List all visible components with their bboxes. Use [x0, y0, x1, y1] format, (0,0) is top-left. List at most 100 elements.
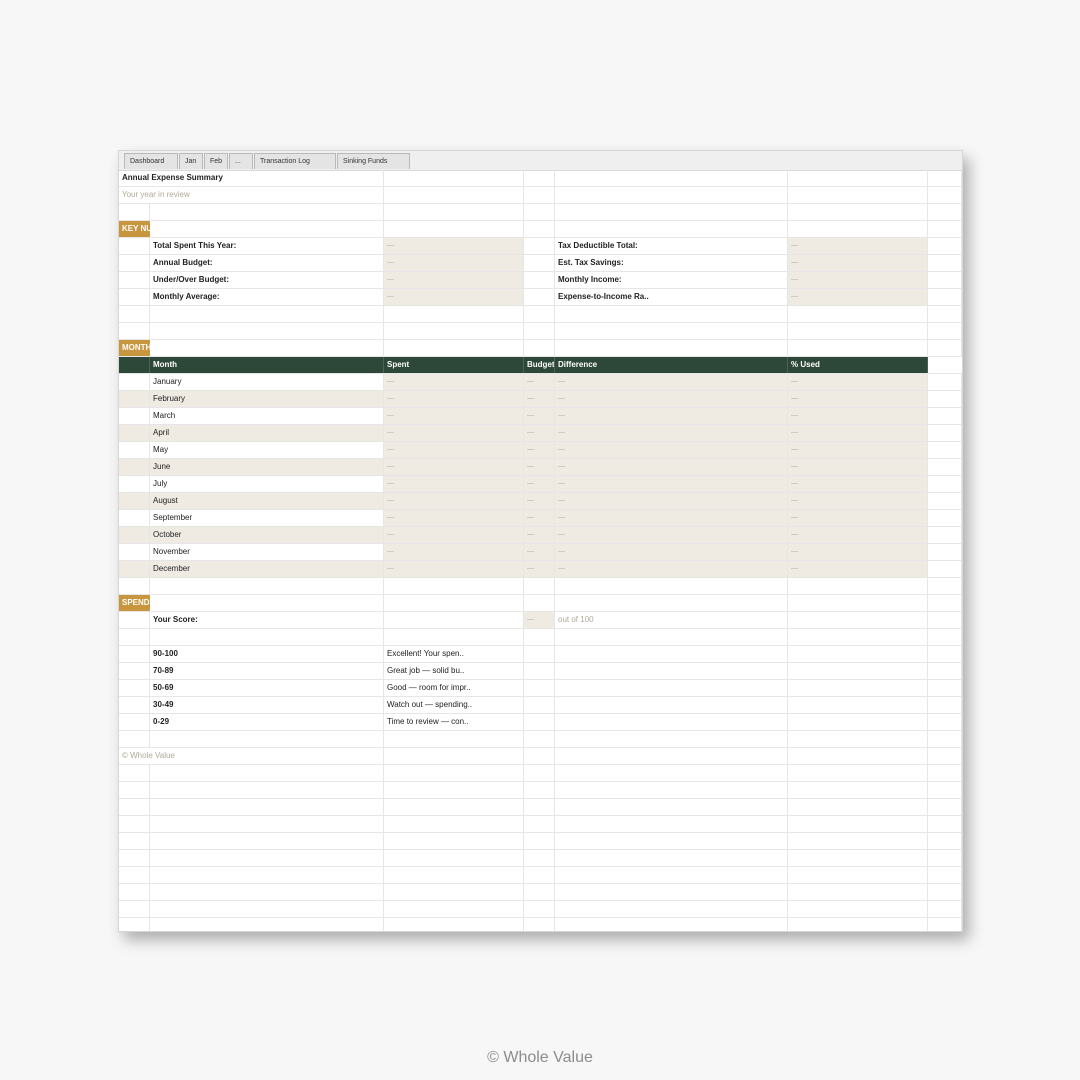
empty-cell[interactable]	[928, 680, 962, 696]
tab-jan[interactable]: Jan	[179, 153, 203, 169]
empty-cell[interactable]	[384, 340, 524, 356]
empty-cell[interactable]	[928, 663, 962, 679]
score-range[interactable]: 90-100	[150, 646, 384, 662]
empty-cell[interactable]	[384, 901, 524, 917]
score-out-of[interactable]: out of 100	[555, 612, 788, 628]
month-percent-used[interactable]: —	[788, 493, 928, 509]
empty-cell[interactable]	[524, 221, 555, 237]
empty-cell[interactable]	[524, 867, 555, 883]
month-percent-used[interactable]: —	[788, 391, 928, 407]
month-spent[interactable]: —	[384, 476, 524, 492]
empty-cell[interactable]	[555, 816, 788, 832]
empty-cell[interactable]	[555, 697, 788, 713]
empty-cell[interactable]	[555, 680, 788, 696]
empty-cell[interactable]	[119, 833, 150, 849]
tab-feb[interactable]: Feb	[204, 153, 228, 169]
empty-cell[interactable]	[150, 323, 384, 339]
score-range-text[interactable]: Good — room for impr..	[384, 680, 524, 696]
empty-cell[interactable]	[788, 340, 928, 356]
key-number-value[interactable]: —	[788, 255, 928, 271]
month-percent-used[interactable]: —	[788, 527, 928, 543]
month-name[interactable]: November	[150, 544, 384, 560]
empty-cell[interactable]	[119, 884, 150, 900]
empty-cell[interactable]	[384, 850, 524, 866]
empty-cell[interactable]	[119, 731, 150, 747]
empty-cell[interactable]	[119, 527, 150, 543]
empty-cell[interactable]	[119, 799, 150, 815]
header-cell[interactable]	[119, 357, 150, 373]
empty-cell[interactable]	[788, 578, 928, 594]
month-percent-used[interactable]: —	[788, 425, 928, 441]
empty-cell[interactable]	[150, 731, 384, 747]
key-number-label[interactable]: Total Spent This Year:	[150, 238, 384, 254]
empty-cell[interactable]	[384, 782, 524, 798]
empty-cell[interactable]	[928, 340, 962, 356]
empty-cell[interactable]	[150, 918, 384, 931]
empty-cell[interactable]	[524, 629, 555, 645]
score-range[interactable]: 50-69	[150, 680, 384, 696]
empty-cell[interactable]	[555, 578, 788, 594]
empty-cell[interactable]	[928, 646, 962, 662]
empty-cell[interactable]	[119, 816, 150, 832]
month-percent-used[interactable]: —	[788, 442, 928, 458]
empty-cell[interactable]	[150, 340, 384, 356]
empty-cell[interactable]	[524, 255, 555, 271]
empty-cell[interactable]	[150, 850, 384, 866]
empty-cell[interactable]	[119, 442, 150, 458]
month-percent-used[interactable]: —	[788, 476, 928, 492]
empty-cell[interactable]	[150, 782, 384, 798]
empty-cell[interactable]	[119, 663, 150, 679]
empty-cell[interactable]	[788, 170, 928, 186]
month-percent-used[interactable]: —	[788, 510, 928, 526]
empty-cell[interactable]	[524, 833, 555, 849]
empty-cell[interactable]	[119, 323, 150, 339]
month-budget[interactable]: —	[524, 442, 555, 458]
empty-cell[interactable]	[524, 850, 555, 866]
empty-cell[interactable]	[555, 221, 788, 237]
empty-cell[interactable]	[928, 697, 962, 713]
empty-cell[interactable]	[150, 221, 384, 237]
month-spent[interactable]: —	[384, 527, 524, 543]
empty-cell[interactable]	[524, 816, 555, 832]
empty-cell[interactable]	[928, 170, 962, 186]
empty-cell[interactable]	[788, 323, 928, 339]
empty-cell[interactable]	[788, 714, 928, 730]
key-number-value[interactable]: —	[384, 272, 524, 288]
empty-cell[interactable]	[150, 799, 384, 815]
empty-cell[interactable]	[555, 595, 788, 611]
month-name[interactable]: December	[150, 561, 384, 577]
month-name[interactable]: February	[150, 391, 384, 407]
empty-cell[interactable]	[384, 918, 524, 931]
empty-cell[interactable]	[150, 306, 384, 322]
header-month[interactable]: Month	[150, 357, 384, 373]
month-difference[interactable]: —	[555, 510, 788, 526]
empty-cell[interactable]	[524, 272, 555, 288]
empty-cell[interactable]	[555, 833, 788, 849]
empty-cell[interactable]	[119, 459, 150, 475]
empty-cell[interactable]	[384, 765, 524, 781]
empty-cell[interactable]	[524, 289, 555, 305]
tab-transaction-log[interactable]: Transaction Log	[254, 153, 336, 169]
month-spent[interactable]: —	[384, 425, 524, 441]
empty-cell[interactable]	[928, 527, 962, 543]
empty-cell[interactable]	[555, 629, 788, 645]
score-range[interactable]: 30-49	[150, 697, 384, 713]
empty-cell[interactable]	[788, 629, 928, 645]
empty-cell[interactable]	[928, 425, 962, 441]
empty-cell[interactable]	[928, 374, 962, 390]
empty-cell[interactable]	[788, 221, 928, 237]
month-spent[interactable]: —	[384, 561, 524, 577]
empty-cell[interactable]	[788, 748, 928, 764]
empty-cell[interactable]	[928, 595, 962, 611]
month-difference[interactable]: —	[555, 425, 788, 441]
empty-cell[interactable]	[788, 187, 928, 203]
empty-cell[interactable]	[928, 782, 962, 798]
month-budget[interactable]: —	[524, 425, 555, 441]
empty-cell[interactable]	[119, 561, 150, 577]
key-number-label[interactable]: Est. Tax Savings:	[555, 255, 788, 271]
empty-cell[interactable]	[928, 578, 962, 594]
empty-cell[interactable]	[788, 646, 928, 662]
empty-cell[interactable]	[928, 306, 962, 322]
empty-cell[interactable]	[555, 884, 788, 900]
key-number-value[interactable]: —	[384, 238, 524, 254]
